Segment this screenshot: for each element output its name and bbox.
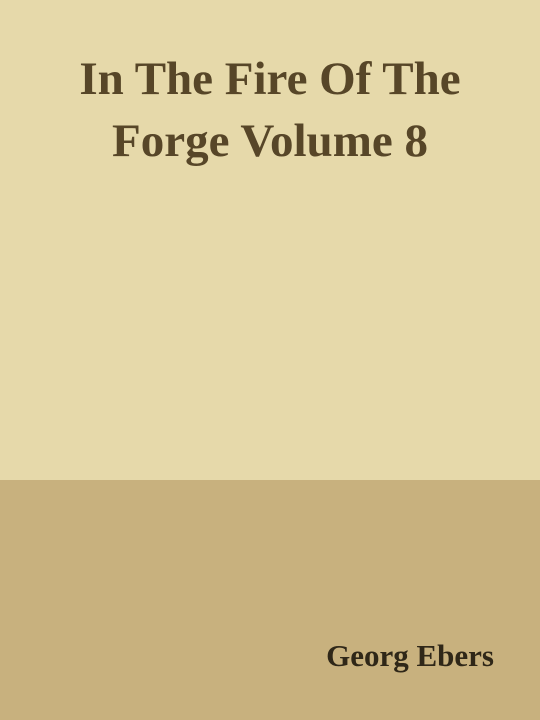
- book-title-line: Forge Volume 8: [112, 115, 428, 167]
- book-author: Georg Ebers: [326, 638, 494, 673]
- book-cover: In The Fire Of The Forge Volume 8 Georg …: [0, 0, 540, 720]
- book-title-line: In The Fire Of The: [79, 53, 461, 105]
- cover-bottom-panel: [0, 480, 540, 720]
- book-title: In The Fire Of The Forge Volume 8: [20, 48, 520, 172]
